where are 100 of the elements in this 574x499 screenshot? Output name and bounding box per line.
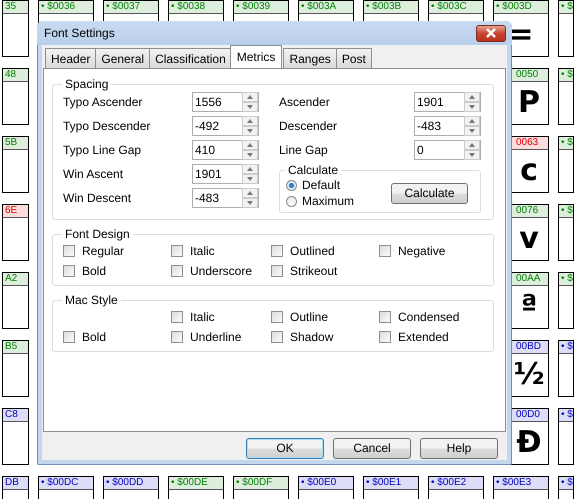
dialog-button[interactable]: Cancel xyxy=(333,438,411,458)
glyph-code: 5B xyxy=(3,137,28,150)
tab[interactable]: Classification xyxy=(149,48,232,68)
number-spinner[interactable]: 1901 xyxy=(414,92,481,112)
checkbox-label: Italic xyxy=(190,244,215,258)
number-spinner[interactable]: -483 xyxy=(414,116,481,136)
checkbox[interactable] xyxy=(379,245,391,257)
checkbox-label: Shadow xyxy=(290,330,334,344)
number-spinner[interactable]: 410 xyxy=(192,140,259,160)
glyph-code: • $ xyxy=(559,1,573,14)
checkbox-label: Bold xyxy=(82,264,106,278)
field-label: Typo Line Gap xyxy=(63,143,142,157)
glyph-code: • $0038 xyxy=(169,1,223,14)
field-label: Typo Descender xyxy=(63,119,150,133)
glyph-code: • $00DF xyxy=(234,477,288,490)
glyph-code: C8 xyxy=(3,409,28,422)
glyph-code: • $003A xyxy=(299,1,353,14)
spin-arrows-icon xyxy=(242,188,258,208)
glyph-preview: = xyxy=(508,20,534,50)
checkbox-label: Negative xyxy=(398,244,446,258)
checkbox-label: Underline xyxy=(190,330,242,344)
checkbox[interactable] xyxy=(271,245,283,257)
checkbox[interactable] xyxy=(171,245,183,257)
close-icon xyxy=(485,28,497,38)
tab[interactable]: Ranges xyxy=(283,48,337,68)
radio-label: Maximum xyxy=(302,194,354,208)
checkbox-label: Regular xyxy=(82,244,124,258)
field-label: Ascender xyxy=(279,95,330,109)
checkbox[interactable] xyxy=(271,265,283,277)
glyph-code: • $ xyxy=(559,137,573,150)
window-title: Font Settings xyxy=(44,26,115,40)
field-label: Typo Ascender xyxy=(63,95,142,109)
tab[interactable]: Metrics xyxy=(230,45,282,68)
checkbox[interactable] xyxy=(63,265,75,277)
glyph-code: • $003D xyxy=(494,1,548,14)
tab[interactable]: Header xyxy=(45,48,96,68)
glyph-code: • $00DD xyxy=(104,477,158,490)
checkbox[interactable] xyxy=(171,265,183,277)
checkbox[interactable] xyxy=(63,245,75,257)
radio-button[interactable] xyxy=(286,196,297,206)
glyph-code: • $ xyxy=(559,409,573,422)
glyph-preview: v xyxy=(519,224,539,254)
glyph-preview: P xyxy=(518,88,540,118)
number-spinner[interactable]: -483 xyxy=(192,188,259,208)
number-spinner[interactable]: 1556 xyxy=(192,92,259,112)
glyph-code: • $003C xyxy=(429,1,483,14)
spin-arrows-icon xyxy=(242,92,258,112)
field-label: Line Gap xyxy=(279,143,328,157)
checkbox[interactable] xyxy=(379,331,391,343)
number-spinner[interactable]: 0 xyxy=(414,140,481,160)
glyph-code: • $00E3 xyxy=(494,477,548,490)
tab[interactable]: General xyxy=(95,48,150,68)
dialog-button[interactable]: Help xyxy=(420,438,498,458)
glyph-code: • $ xyxy=(559,205,573,218)
number-spinner[interactable]: 1901 xyxy=(192,164,259,184)
group-title: Calculate xyxy=(287,163,340,177)
checkbox[interactable] xyxy=(171,331,183,343)
tab[interactable]: Post xyxy=(336,48,372,68)
calculate-button[interactable]: Calculate xyxy=(391,182,468,204)
checkbox[interactable] xyxy=(271,331,283,343)
checkbox-label: Underscore xyxy=(190,264,252,278)
dialog-button[interactable]: OK xyxy=(246,438,324,458)
field-label: Win Descent xyxy=(63,191,132,205)
glyph-preview: ª xyxy=(520,292,538,322)
spin-arrows-icon xyxy=(242,140,258,160)
checkbox-label: Bold xyxy=(82,330,106,344)
glyph-code: • $0037 xyxy=(104,1,158,14)
glyph-code: • $ xyxy=(559,477,573,490)
glyph-code: • $00DE xyxy=(169,477,223,490)
glyph-code: 35 xyxy=(3,1,28,14)
field-label: Descender xyxy=(279,119,338,133)
checkbox[interactable] xyxy=(171,311,183,323)
glyph-code: • $ xyxy=(559,341,573,354)
glyph-code: • $00E2 xyxy=(429,477,483,490)
checkbox[interactable] xyxy=(271,311,283,323)
glyph-preview: ½ xyxy=(513,360,545,390)
checkbox-label: Italic xyxy=(190,310,215,324)
glyph-code: A2 xyxy=(3,273,28,286)
group-title: Font Design xyxy=(64,227,131,241)
radio-button[interactable] xyxy=(286,180,297,190)
spin-arrows-icon xyxy=(464,140,480,160)
glyph-code: • $0039 xyxy=(234,1,288,14)
number-spinner[interactable]: -492 xyxy=(192,116,259,136)
field-label: Win Ascent xyxy=(63,167,124,181)
glyph-code: • $00E1 xyxy=(364,477,418,490)
checkbox[interactable] xyxy=(379,311,391,323)
checkbox[interactable] xyxy=(63,331,75,343)
checkbox-label: Condensed xyxy=(398,310,460,324)
radio-label: Default xyxy=(302,178,340,192)
glyph-code: • $ xyxy=(559,273,573,286)
glyph-code: DB xyxy=(3,477,28,490)
glyph-code: • $0036 xyxy=(39,1,93,14)
group-title: Spacing xyxy=(64,77,110,91)
close-button[interactable] xyxy=(476,24,506,42)
spin-arrows-icon xyxy=(464,92,480,112)
glyph-code: 48 xyxy=(3,69,28,82)
checkbox-label: Extended xyxy=(398,330,449,344)
checkbox-label: Outlined xyxy=(290,244,335,258)
glyph-code: • $00DC xyxy=(39,477,93,490)
glyph-code: • $003B xyxy=(364,1,418,14)
